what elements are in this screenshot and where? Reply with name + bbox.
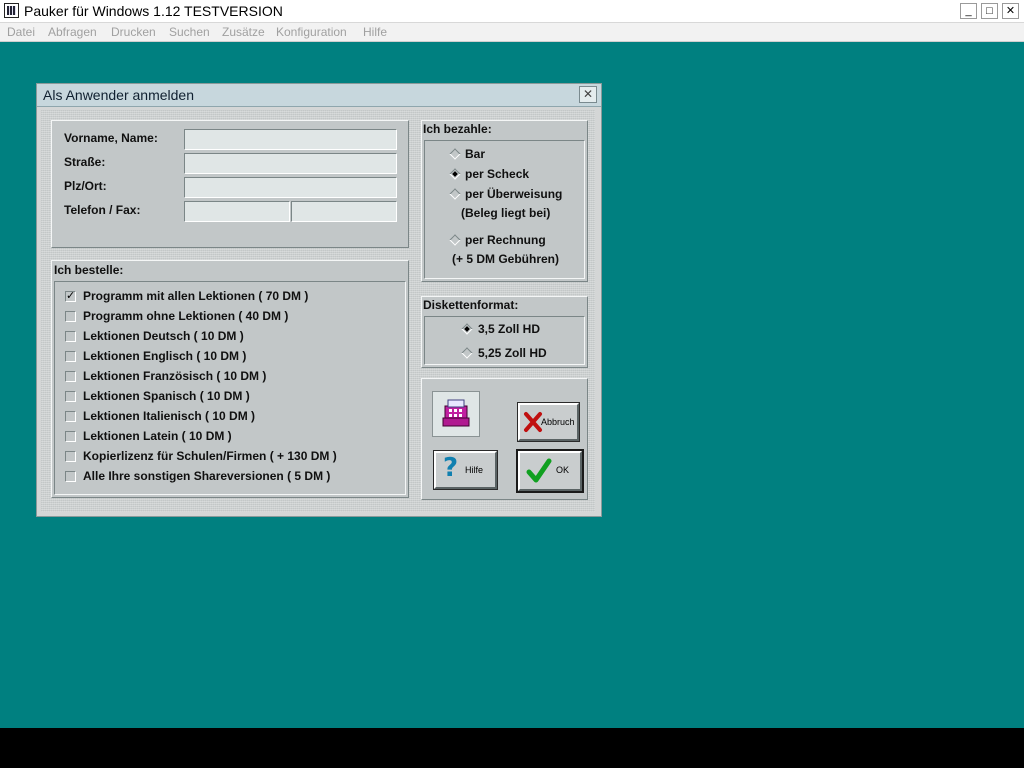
order-title: Ich bestelle: (54, 263, 124, 277)
help-button[interactable]: ? Hilfe (434, 451, 497, 489)
menu-bar: Datei Abfragen Drucken Suchen Zusätze Ko… (0, 23, 1024, 42)
minimize-button[interactable]: _ (960, 3, 977, 19)
cancel-button[interactable]: Abbruch (518, 403, 579, 441)
order-item-label[interactable]: Alle Ihre sonstigen Shareversionen ( 5 D… (83, 469, 330, 483)
order-checkbox[interactable] (65, 451, 76, 462)
city-label: Plz/Ort: (64, 179, 107, 193)
order-item-label[interactable]: Programm mit allen Lektionen ( 70 DM ) (83, 289, 308, 303)
street-input[interactable] (184, 153, 397, 174)
city-input[interactable] (184, 177, 397, 198)
dialog-title-bar: Als Anwender anmelden ✕ (37, 84, 601, 107)
name-label: Vorname, Name: (64, 131, 158, 145)
dialog-title: Als Anwender anmelden (43, 87, 194, 103)
register-dialog: Als Anwender anmelden ✕ Vorname, Name: S… (36, 83, 602, 517)
dialog-body: Vorname, Name: Straße: Plz/Ort: Telefon … (41, 110, 595, 512)
order-checkbox[interactable] (65, 471, 76, 482)
disk-format-panel: Diskettenformat: 3,5 Zoll HD 5,25 Zoll HD (421, 296, 588, 368)
payment-title: Ich bezahle: (423, 122, 492, 136)
payment-radio[interactable] (449, 234, 461, 246)
ok-button-label: OK (556, 465, 570, 475)
menu-drucken[interactable]: Drucken (111, 25, 156, 39)
disk-format-radio[interactable] (461, 323, 473, 335)
order-item-label[interactable]: Lektionen Italienisch ( 10 DM ) (83, 409, 255, 423)
app-icon[interactable] (4, 3, 19, 18)
close-button[interactable]: ✕ (1002, 3, 1019, 19)
payment-radio[interactable] (449, 148, 461, 160)
order-checkbox[interactable] (65, 351, 76, 362)
order-item-label[interactable]: Programm ohne Lektionen ( 40 DM ) (83, 309, 288, 323)
order-item-label[interactable]: Kopierlizenz für Schulen/Firmen ( + 130 … (83, 449, 337, 463)
app-title: Pauker für Windows 1.12 TESTVERSION (24, 3, 283, 19)
help-question-icon: ? (443, 453, 459, 483)
payment-option-label[interactable]: per Rechnung (465, 233, 546, 247)
order-checkbox[interactable] (65, 391, 76, 402)
disk-format-title: Diskettenformat: (423, 298, 519, 312)
dialog-close-button[interactable]: ✕ (579, 86, 597, 103)
bottom-black-bar (0, 728, 1024, 768)
disk-format-label[interactable]: 5,25 Zoll HD (478, 346, 547, 360)
cash-register-icon (432, 391, 480, 437)
order-panel: Ich bestelle: ✓ Programm mit allen Lektio… (51, 260, 409, 498)
payment-option-label[interactable]: per Scheck (465, 167, 529, 181)
menu-datei[interactable]: Datei (7, 25, 35, 39)
order-list: ✓ Programm mit allen Lektionen ( 70 DM ) P… (54, 281, 406, 495)
order-checkbox[interactable]: ✓ (65, 291, 76, 302)
order-item-label[interactable]: Lektionen Englisch ( 10 DM ) (83, 349, 246, 363)
payment-option-note: (+ 5 DM Gebühren) (452, 252, 560, 266)
disk-format-radio[interactable] (461, 347, 473, 359)
disk-format-options: 3,5 Zoll HD 5,25 Zoll HD (424, 316, 585, 365)
menu-hilfe[interactable]: Hilfe (363, 25, 387, 39)
fax-input[interactable] (291, 201, 397, 222)
help-button-label: Hilfe (465, 465, 484, 475)
payment-radio[interactable] (449, 188, 461, 200)
payment-option-note: (Beleg liegt bei) (461, 206, 551, 220)
address-panel: Vorname, Name: Straße: Plz/Ort: Telefon … (51, 120, 409, 248)
menu-suchen[interactable]: Suchen (169, 25, 210, 39)
maximize-button[interactable]: □ (981, 3, 998, 19)
order-checkbox[interactable] (65, 431, 76, 442)
payment-options: Bar per Scheck per Überweisung (Beleg liegt… (424, 140, 585, 279)
ok-button[interactable]: OK (518, 451, 582, 491)
menu-abfragen[interactable]: Abfragen (48, 25, 97, 39)
menu-konfiguration[interactable]: Konfiguration (276, 25, 347, 39)
order-checkbox[interactable] (65, 331, 76, 342)
order-item-label[interactable]: Lektionen Deutsch ( 10 DM ) (83, 329, 244, 343)
order-item-label[interactable]: Lektionen Französisch ( 10 DM ) (83, 369, 266, 383)
ok-check-icon (526, 458, 552, 483)
order-checkbox[interactable] (65, 371, 76, 382)
order-item-label[interactable]: Lektionen Spanisch ( 10 DM ) (83, 389, 250, 403)
order-item-label[interactable]: Lektionen Latein ( 10 DM ) (83, 429, 232, 443)
order-checkbox[interactable] (65, 311, 76, 322)
button-panel: Abbruch ? Hilfe OK (421, 378, 588, 500)
order-checkbox[interactable] (65, 411, 76, 422)
cancel-button-label: Abbruch (541, 417, 575, 427)
app-title-bar: Pauker für Windows 1.12 TESTVERSION _ □ … (0, 0, 1024, 23)
disk-format-label[interactable]: 3,5 Zoll HD (478, 322, 540, 336)
name-input[interactable] (184, 129, 397, 150)
phone-label: Telefon / Fax: (64, 203, 141, 217)
menu-zusaetze[interactable]: Zusätze (222, 25, 265, 39)
street-label: Straße: (64, 155, 106, 169)
payment-option-label[interactable]: per Überweisung (465, 187, 562, 201)
cancel-x-icon (524, 412, 542, 432)
payment-radio[interactable] (449, 168, 461, 180)
phone-input[interactable] (184, 201, 290, 222)
payment-option-label[interactable]: Bar (465, 147, 485, 161)
payment-panel: Ich bezahle: Bar per Scheck per Überweisun… (421, 120, 588, 282)
